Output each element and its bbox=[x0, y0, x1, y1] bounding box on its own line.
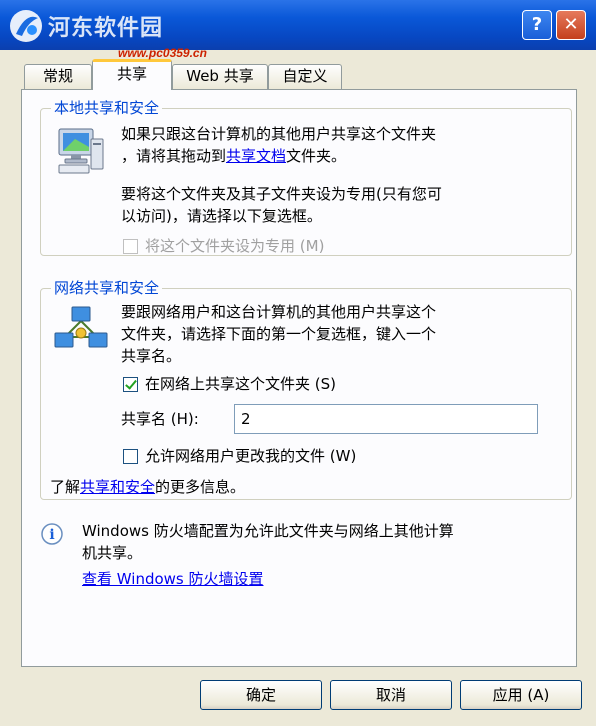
info-icon: i bbox=[41, 523, 63, 545]
shared-documents-link[interactable]: 共享文档 bbox=[226, 147, 286, 165]
make-private-label: 将这个文件夹设为专用 (M) bbox=[145, 237, 325, 255]
local-desc-line2-post: 文件夹。 bbox=[286, 147, 347, 165]
help-button[interactable]: ? bbox=[522, 10, 552, 40]
make-private-checkbox[interactable] bbox=[123, 239, 138, 254]
firewall-settings-link[interactable]: 查看 Windows 防火墙设置 bbox=[82, 568, 264, 590]
sharing-panel: 本地共享和安全 如果只跟这台计算机的其他用户共享这个文件夹 ，请将其拖动到共享文… bbox=[21, 89, 577, 667]
local-desc-line1: 如果只跟这台计算机的其他用户共享这个文件夹 bbox=[121, 125, 437, 143]
tab-custom[interactable]: 自定义 bbox=[268, 64, 342, 89]
close-button[interactable]: ✕ bbox=[556, 10, 586, 40]
apply-button[interactable]: 应用 (A) bbox=[460, 680, 582, 710]
site-logo-icon bbox=[10, 10, 42, 42]
network-sharing-legend: 网络共享和安全 bbox=[51, 278, 163, 298]
ok-button[interactable]: 确定 bbox=[200, 680, 322, 710]
learn-more-pre: 了解 bbox=[50, 478, 81, 496]
allow-change-checkbox[interactable] bbox=[123, 449, 138, 464]
share-name-input[interactable] bbox=[234, 404, 538, 434]
computer-icon bbox=[58, 128, 104, 174]
allow-change-label: 允许网络用户更改我的文件 (W) bbox=[145, 447, 357, 465]
network-sharing-group: 网络共享和安全 要跟网络用户和这台计算机的其他用户共享这个 文件夹，请选择下面的… bbox=[40, 278, 572, 500]
learn-more-post: 的更多信息。 bbox=[155, 478, 246, 496]
tab-strip: 常规 共享 Web 共享 自定义 bbox=[0, 58, 596, 90]
share-on-network-checkbox[interactable] bbox=[123, 377, 138, 392]
watermark-title: 河东软件园 bbox=[48, 15, 164, 41]
firewall-desc-line1: Windows 防火墙配置为允许此文件夹与网络上其他计算 bbox=[82, 522, 454, 540]
cancel-button[interactable]: 取消 bbox=[330, 680, 452, 710]
local-sharing-group: 本地共享和安全 如果只跟这台计算机的其他用户共享这个文件夹 ，请将其拖动到共享文… bbox=[40, 98, 572, 256]
share-name-label: 共享名 (H): bbox=[121, 410, 199, 428]
tab-sharing[interactable]: 共享 bbox=[92, 59, 172, 90]
share-on-network-label: 在网络上共享这个文件夹 (S) bbox=[145, 375, 336, 393]
local-desc-line2: ，请将其拖动到共享文档文件夹。 bbox=[121, 145, 346, 167]
title-bar: 河东软件园 ? ✕ bbox=[0, 0, 596, 50]
tab-web-sharing[interactable]: Web 共享 bbox=[172, 64, 268, 89]
local-private-desc-line1: 要将这个文件夹及其子文件夹设为专用(只有您可 bbox=[121, 185, 442, 203]
local-private-desc-line2: 以访问)，请选择以下复选框。 bbox=[121, 207, 322, 225]
firewall-desc-line2: 机共享。 bbox=[82, 544, 143, 562]
network-icon bbox=[54, 306, 108, 348]
watermark-url: www.pc0359.cn bbox=[118, 46, 207, 60]
sharing-security-link[interactable]: 共享和安全 bbox=[80, 478, 155, 496]
learn-more-text: 了解共享和安全的更多信息。 bbox=[50, 476, 245, 498]
network-desc-line3: 共享名。 bbox=[121, 347, 182, 365]
info-glyph: i bbox=[49, 527, 54, 543]
tab-general[interactable]: 常规 bbox=[24, 64, 92, 89]
network-desc-line1: 要跟网络用户和这台计算机的其他用户共享这个 bbox=[121, 303, 437, 321]
local-sharing-legend: 本地共享和安全 bbox=[51, 98, 163, 118]
local-desc-line2-pre: ，请将其拖动到 bbox=[121, 147, 227, 165]
network-desc-line2: 文件夹，请选择下面的第一个复选框，键入一个 bbox=[121, 325, 437, 343]
